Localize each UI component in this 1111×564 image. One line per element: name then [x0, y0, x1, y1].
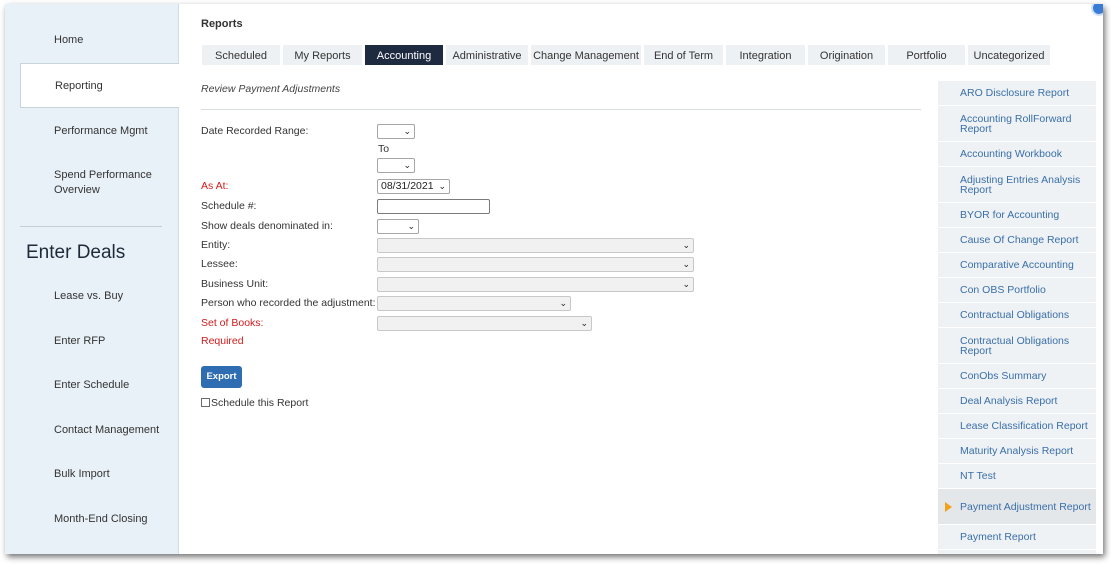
report-item-payment-report[interactable]: Payment Report	[938, 525, 1096, 550]
report-item-deal-analysis[interactable]: Deal Analysis Report	[938, 389, 1096, 414]
currency-select[interactable]: ⌄	[377, 219, 419, 234]
recorded-by-select[interactable]: ⌄	[377, 296, 571, 311]
chevron-down-icon: ⌄	[407, 221, 415, 231]
set-of-books-select[interactable]: ⌄	[377, 316, 592, 331]
chevron-down-icon: ⌄	[403, 160, 411, 170]
tab-origination[interactable]: Origination	[807, 44, 886, 66]
sidebar-item-contact-management[interactable]: Contact Management	[5, 423, 179, 438]
page-title: Reports	[201, 18, 243, 30]
lessee-label: Lessee:	[201, 258, 238, 270]
chevron-down-icon: ⌄	[682, 279, 690, 289]
schedule-report-checkbox[interactable]	[201, 398, 210, 407]
schedule-number-input[interactable]	[377, 199, 490, 214]
report-item-payment-adjustment[interactable]: Payment Adjustment Report	[938, 489, 1096, 525]
tab-scheduled[interactable]: Scheduled	[201, 44, 281, 66]
report-subtitle: Review Payment Adjustments	[201, 83, 341, 95]
as-at-value: 08/31/2021	[381, 180, 434, 192]
report-item-aro-disclosure[interactable]: ARO Disclosure Report	[938, 81, 1096, 106]
date-recorded-range-label: Date Recorded Range:	[201, 125, 309, 137]
report-item-accounting-workbook[interactable]: Accounting Workbook	[938, 142, 1096, 167]
as-at-select[interactable]: 08/31/2021 ⌄	[377, 179, 450, 194]
date-to-select[interactable]: ⌄	[377, 158, 415, 173]
sidebar-item-enter-rfp[interactable]: Enter RFP	[5, 334, 179, 349]
sidebar-item-reporting[interactable]: Reporting	[20, 63, 179, 108]
tab-integration[interactable]: Integration	[725, 44, 806, 66]
chevron-down-icon: ⌄	[403, 126, 411, 136]
report-list: ARO Disclosure Report Accounting RollFor…	[938, 81, 1096, 554]
recorded-by-label: Person who recorded the adjustment:	[201, 297, 376, 309]
chevron-down-icon: ⌄	[438, 181, 446, 191]
report-item-contractual-obligations-report[interactable]: Contractual Obligations Report	[938, 328, 1096, 364]
sidebar: Home Reporting Performance Mgmt Spend Pe…	[5, 4, 179, 554]
report-item-accounting-rollforward[interactable]: Accounting RollForward Report	[938, 106, 1096, 142]
chevron-down-icon: ⌄	[682, 259, 690, 269]
report-item-conobs-summary[interactable]: ConObs Summary	[938, 364, 1096, 389]
schedule-report-label: Schedule this Report	[211, 397, 309, 409]
arrow-right-icon	[945, 501, 952, 512]
currency-label: Show deals denominated in:	[201, 220, 333, 232]
report-item-lease-classification[interactable]: Lease Classification Report	[938, 414, 1096, 439]
report-item-adjusting-entries-analysis[interactable]: Adjusting Entries Analysis Report	[938, 167, 1096, 203]
main-content: Reports Scheduled My Reports Accounting …	[180, 4, 1103, 554]
report-item-comparative-accounting[interactable]: Comparative Accounting	[938, 253, 1096, 278]
lessee-select[interactable]: ⌄	[377, 257, 694, 272]
sidebar-item-spend-performance-overview[interactable]: Spend Performance Overview	[5, 168, 155, 198]
report-item-contractual-obligations[interactable]: Contractual Obligations	[938, 303, 1096, 328]
report-item-cause-of-change[interactable]: Cause Of Change Report	[938, 228, 1096, 253]
app-window: Home Reporting Performance Mgmt Spend Pe…	[5, 4, 1103, 554]
date-from-select[interactable]: ⌄	[377, 124, 415, 139]
chevron-down-icon: ⌄	[682, 240, 690, 250]
required-message: Required	[201, 335, 244, 347]
chevron-down-icon: ⌄	[580, 318, 588, 328]
report-item-con-obs-portfolio[interactable]: Con OBS Portfolio	[938, 278, 1096, 303]
schedule-number-label: Schedule #:	[201, 200, 257, 212]
sidebar-divider	[20, 226, 162, 227]
chevron-down-icon: ⌄	[559, 298, 567, 308]
tab-accounting[interactable]: Accounting	[364, 44, 444, 66]
sidebar-item-month-end-closing[interactable]: Month-End Closing	[5, 512, 179, 527]
sidebar-section-heading: Enter Deals	[26, 242, 126, 263]
to-label: To	[378, 143, 390, 155]
tab-administrative[interactable]: Administrative	[445, 44, 529, 66]
sidebar-item-lease-vs-buy[interactable]: Lease vs. Buy	[5, 289, 179, 304]
tab-my-reports[interactable]: My Reports	[282, 44, 363, 66]
sidebar-item-enter-schedule[interactable]: Enter Schedule	[5, 378, 179, 393]
business-unit-select[interactable]: ⌄	[377, 277, 694, 292]
sidebar-item-home[interactable]: Home	[5, 33, 179, 48]
export-button[interactable]: Export	[201, 366, 242, 388]
set-of-books-label: Set of Books:	[201, 317, 264, 329]
tab-change-management[interactable]: Change Management	[530, 44, 642, 66]
report-item-label: Payment Adjustment Report	[960, 500, 1091, 513]
as-at-label: As At:	[201, 180, 229, 192]
tab-portfolio[interactable]: Portfolio	[887, 44, 966, 66]
tab-end-of-term[interactable]: End of Term	[643, 44, 724, 66]
report-item-nt-test[interactable]: NT Test	[938, 464, 1096, 489]
report-item-byor-accounting[interactable]: BYOR for Accounting	[938, 203, 1096, 228]
sidebar-item-performance-mgmt[interactable]: Performance Mgmt	[5, 124, 179, 139]
sidebar-item-bulk-import[interactable]: Bulk Import	[5, 467, 179, 482]
tab-uncategorized[interactable]: Uncategorized	[967, 44, 1051, 66]
entity-label: Entity:	[201, 239, 231, 251]
divider	[201, 109, 921, 110]
report-item-maturity-analysis[interactable]: Maturity Analysis Report	[938, 439, 1096, 464]
business-unit-label: Business Unit:	[201, 278, 269, 290]
entity-select[interactable]: ⌄	[377, 238, 694, 253]
